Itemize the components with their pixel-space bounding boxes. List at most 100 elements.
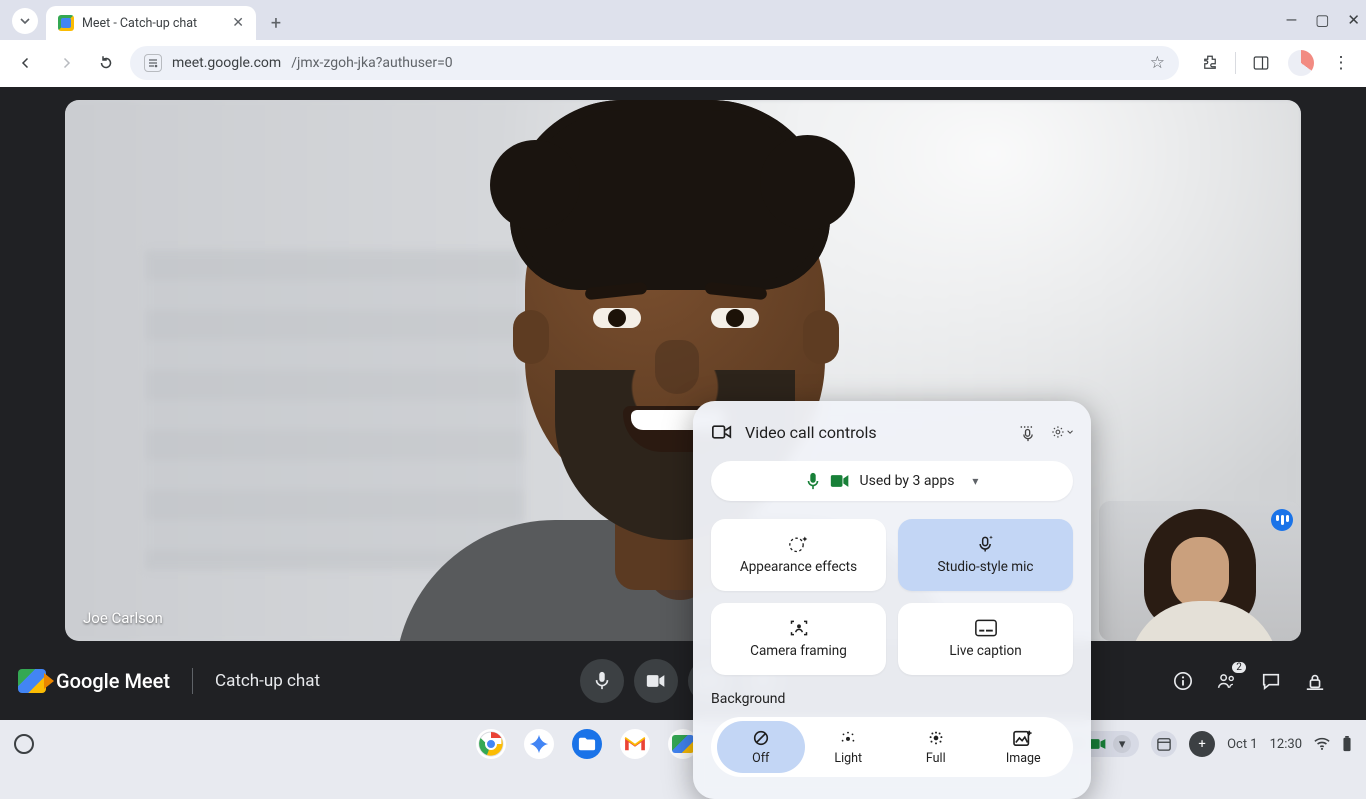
appearance-effects-card[interactable]: Appearance effects [711,519,886,591]
extensions-button[interactable] [1195,48,1225,78]
app-gemini[interactable] [524,729,554,759]
tray-date[interactable]: Oct 1 [1227,737,1258,752]
camera-framing-card[interactable]: Camera framing [711,603,886,675]
window-maximize-button[interactable]: ▢ [1315,11,1329,29]
url-host: meet.google.com [172,55,281,71]
arrow-left-icon [17,54,35,72]
people-button[interactable]: 2 [1216,670,1238,692]
reload-icon [97,54,115,72]
self-view-tile[interactable]: u [1099,501,1301,641]
system-tray: ▾ + Oct 1 12:30 [1063,731,1352,757]
nav-back-button[interactable] [10,47,42,79]
host-controls-button[interactable] [1304,670,1326,692]
bookmark-star-button[interactable]: ☆ [1150,53,1165,73]
sparkle-icon [528,733,550,755]
gmail-icon [623,735,647,753]
people-count-badge: 2 [1232,662,1246,673]
participant-name-label: Joe Carlson [83,609,163,627]
chevron-down-icon: ▾ [1113,735,1131,753]
card-label: Studio-style mic [938,559,1034,575]
frame-person-icon [789,619,809,637]
camera-icon [646,674,666,688]
meeting-name: Catch-up chat [215,671,320,691]
chromeos-shelf: ▾ + Oct 1 12:30 [0,720,1366,768]
window-minimize-button[interactable]: — [1286,11,1298,29]
meet-logo-icon [18,669,46,693]
browser-tab[interactable]: Meet - Catch-up chat ✕ [46,6,256,40]
bg-option-off[interactable]: Off [717,721,805,773]
url-path: /jmx-zgoh-jka?authuser=0 [291,55,452,71]
sparkle-face-icon [788,535,810,553]
launcher-button[interactable] [14,734,34,754]
app-files[interactable] [572,729,602,759]
panel-icon [1252,54,1270,72]
omnibox[interactable]: meet.google.com/jmx-zgoh-jka?authuser=0 … [130,46,1179,80]
battery-icon[interactable] [1342,736,1352,752]
brand-text: Google Meet [56,669,170,693]
mic-icon [594,671,610,691]
chevron-down-icon: ▾ [972,474,978,488]
app-gmail[interactable] [620,729,650,759]
mute-mic-button[interactable] [580,659,624,703]
bg-option-image[interactable]: Image [980,721,1068,773]
option-label: Image [1006,751,1041,766]
settings-button[interactable] [1051,421,1073,443]
mic-sparkle-icon [976,535,996,553]
caret-down-icon [1067,428,1073,436]
sidepanel-button[interactable] [1246,48,1276,78]
caption-icon [975,619,997,637]
off-icon [752,729,770,747]
nav-reload-button[interactable] [90,47,122,79]
chat-button[interactable] [1260,670,1282,692]
people-icon [1216,671,1238,691]
bg-option-full[interactable]: Full [892,721,980,773]
arrow-right-icon [57,54,75,72]
toggle-camera-button[interactable] [634,659,678,703]
option-label: Full [926,751,946,766]
mic-options-button[interactable] [1017,421,1039,443]
folder-icon [578,736,596,752]
nav-forward-button[interactable] [50,47,82,79]
meeting-info-button[interactable] [1172,670,1194,692]
card-label: Live caption [949,643,1021,659]
camera-active-icon [830,474,850,488]
mic-active-icon [806,472,820,490]
profile-avatar-button[interactable] [1286,48,1316,78]
meet-brand: Google Meet Catch-up chat [0,668,320,694]
avatar-icon [1288,50,1314,76]
camera-tray-icon [1089,738,1107,750]
wifi-icon[interactable] [1314,737,1330,751]
chrome-icon [478,731,504,757]
tab-title: Meet - Catch-up chat [82,16,197,31]
tab-search-button[interactable] [12,8,38,34]
card-label: Appearance effects [740,559,857,575]
window-close-button[interactable]: ✕ [1347,11,1360,29]
speaking-indicator-icon [1271,509,1293,531]
meet-favicon-icon [58,15,74,31]
option-label: Light [834,751,862,766]
browser-toolbar: meet.google.com/jmx-zgoh-jka?authuser=0 … [0,40,1366,87]
device-status-text: Used by 3 apps [860,473,955,489]
chrome-menu-button[interactable]: ⋮ [1326,48,1356,78]
browser-tabstrip: Meet - Catch-up chat ✕ + — ▢ ✕ [0,0,1366,40]
tray-calendar-button[interactable] [1151,731,1177,757]
live-caption-card[interactable]: Live caption [898,603,1073,675]
video-icon [711,421,733,443]
background-section-label: Background [711,691,1073,707]
studio-mic-card[interactable]: Studio-style mic [898,519,1073,591]
tab-close-button[interactable]: ✕ [232,15,244,31]
meet-stage: Joe Carlson u Video call controls [0,87,1366,720]
mic-dots-icon [1018,422,1038,442]
bg-option-light[interactable]: Light [805,721,893,773]
app-chrome[interactable] [476,729,506,759]
site-settings-icon[interactable] [144,54,162,72]
tray-add-button[interactable]: + [1189,731,1215,757]
meet-bottom-bar: Google Meet Catch-up chat 2 [0,641,1366,720]
device-status-pill[interactable]: Used by 3 apps ▾ [711,461,1073,501]
toolbar-actions: ⋮ [1187,48,1356,78]
image-add-icon [1013,729,1033,747]
tray-time[interactable]: 12:30 [1270,737,1302,752]
panel-title: Video call controls [745,423,877,442]
new-tab-button[interactable]: + [262,9,290,37]
blur-light-icon [839,729,857,747]
